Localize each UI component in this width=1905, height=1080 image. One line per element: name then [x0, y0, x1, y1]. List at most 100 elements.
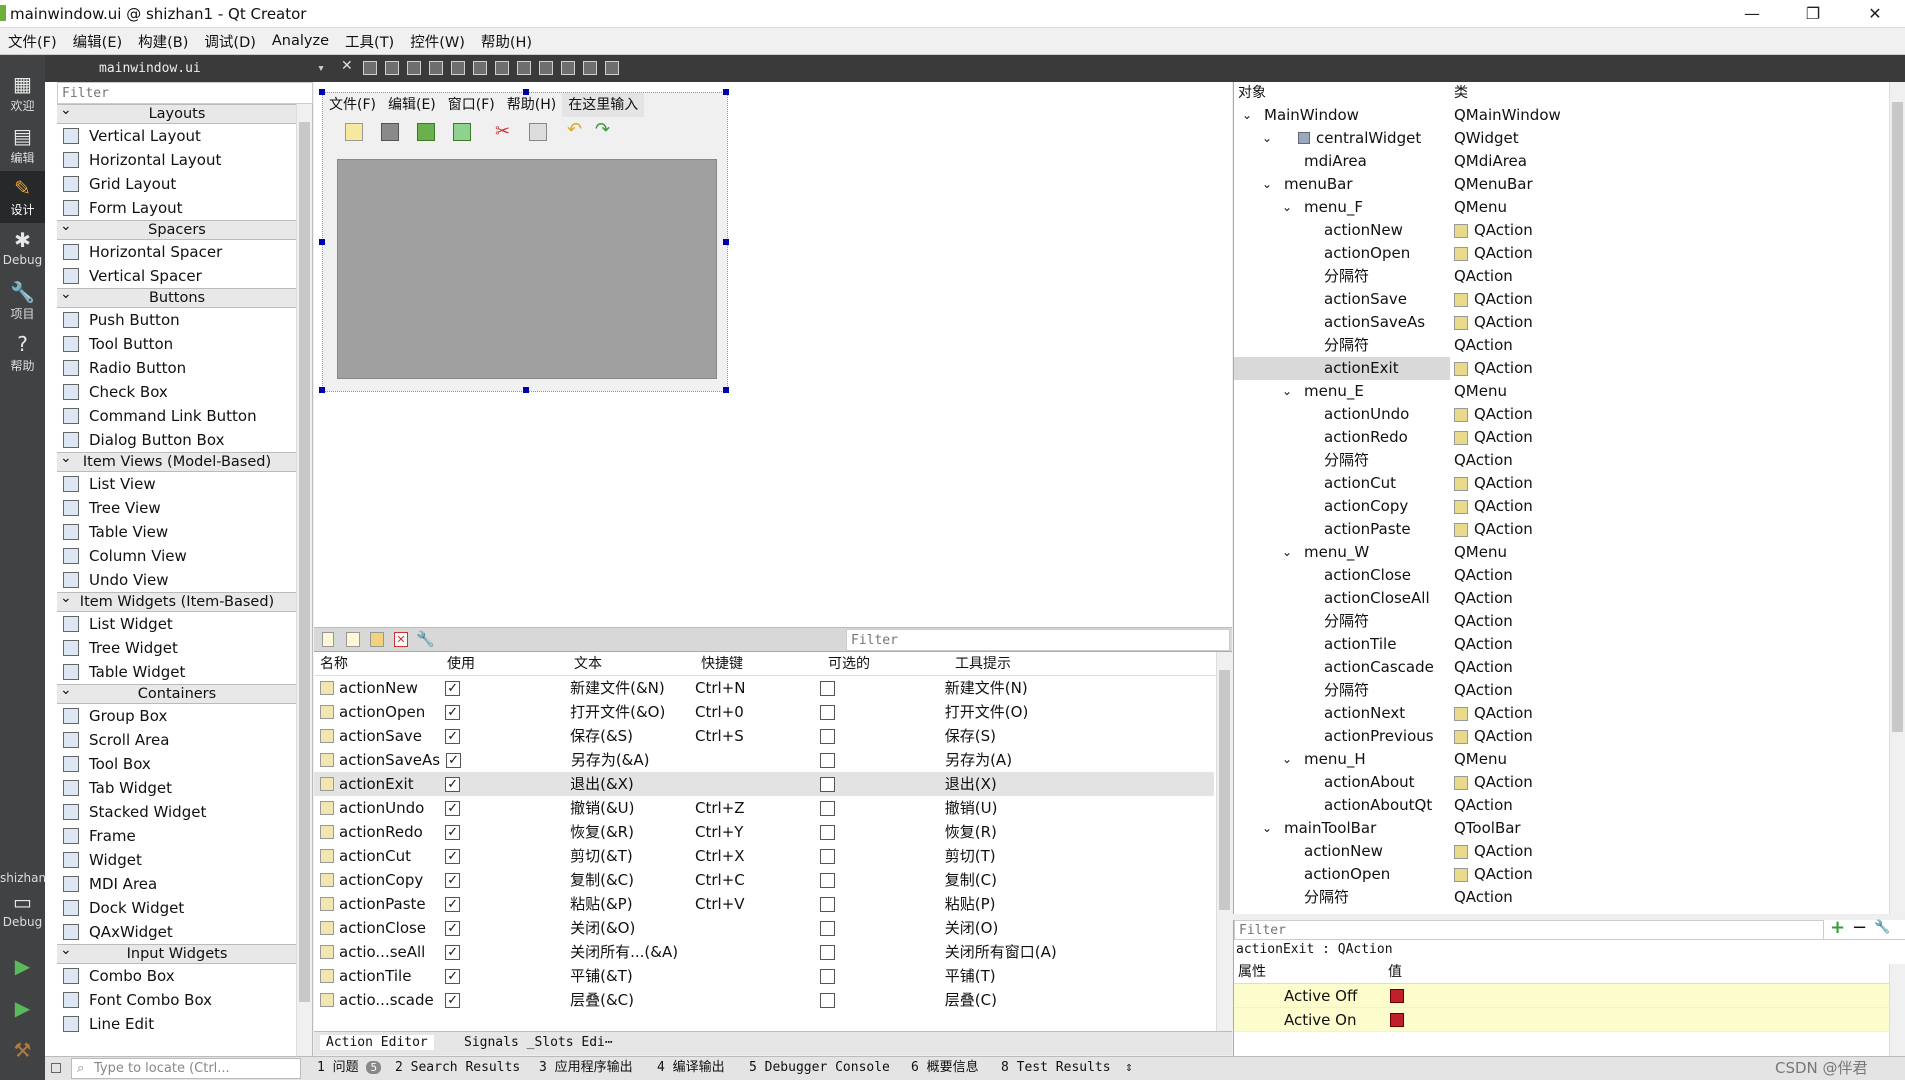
used-checkbox[interactable]: ✓ — [445, 801, 461, 816]
property-scrollbar[interactable] — [1889, 964, 1905, 1060]
action-row[interactable]: actionSaveAs ✓ 另存为(&A) 另存为(A) — [314, 748, 1214, 772]
new-file-icon[interactable] — [345, 123, 363, 141]
checkable-checkbox[interactable] — [820, 753, 836, 768]
widget-filter-input[interactable] — [57, 82, 313, 104]
widget-item[interactable]: Line Edit — [57, 1012, 297, 1036]
add-property-icon[interactable]: + — [1830, 917, 1845, 938]
scroll-thumb[interactable] — [1219, 670, 1230, 910]
object-tree-row[interactable]: ⌄ menu_F QMenu — [1234, 196, 1884, 219]
widget-item[interactable]: Grid Layout — [57, 172, 297, 196]
object-tree-row[interactable]: actionNext QAction — [1234, 702, 1884, 725]
edit-signals-icon[interactable] — [385, 61, 399, 75]
resize-handle[interactable] — [319, 239, 325, 245]
action-table-scrollbar[interactable] — [1216, 652, 1232, 1032]
expand-arrow-icon[interactable]: ⌄ — [1282, 541, 1292, 564]
object-tree-row[interactable]: actionUndo QAction — [1234, 403, 1884, 426]
mode-debug[interactable]: ✱ Debug — [0, 223, 45, 275]
used-checkbox[interactable]: ✓ — [445, 705, 461, 720]
property-filter-input[interactable] — [1234, 920, 1824, 940]
used-checkbox[interactable]: ✓ — [445, 729, 461, 744]
locator-input[interactable]: ⌕ Type to locate (Ctrl... — [71, 1058, 301, 1079]
form-menu-file[interactable]: 文件(F) — [323, 93, 382, 117]
object-tree-row[interactable]: actionSave QAction — [1234, 288, 1884, 311]
scroll-thumb[interactable] — [1892, 102, 1903, 732]
property-value[interactable] — [1384, 1008, 1864, 1031]
adjust-size-icon[interactable] — [605, 61, 619, 75]
edit-taborder-icon[interactable] — [429, 61, 443, 75]
widget-item[interactable]: Widget — [57, 848, 297, 872]
main-window-form[interactable]: 文件(F) 编辑(E) 窗口(F) 帮助(H) 在这里输入 ✂ ↶ ↷ — [319, 89, 729, 393]
object-tree-row[interactable]: 分隔符 QAction — [1234, 265, 1884, 288]
pane-more-icon[interactable]: ⇕ — [1125, 1057, 1133, 1079]
menu-widgets[interactable]: 控件(W) — [402, 31, 473, 52]
object-tree-scrollbar[interactable] — [1889, 82, 1905, 914]
object-tree-row[interactable]: actionCut QAction — [1234, 472, 1884, 495]
mdi-area[interactable] — [337, 159, 717, 379]
menu-analyze[interactable]: Analyze — [264, 33, 337, 49]
widget-item[interactable]: Undo View — [57, 568, 297, 592]
copy-icon[interactable] — [529, 123, 547, 141]
used-checkbox[interactable]: ✓ — [445, 681, 461, 696]
pane-app-output[interactable]: 3 应用程序输出 — [539, 1057, 633, 1079]
action-row[interactable]: actio...seAll ✓ 关闭所有...(&A) 关闭所有窗口(A) — [314, 940, 1214, 964]
widget-item[interactable]: Table View — [57, 520, 297, 544]
object-tree-row[interactable]: mdiArea QMdiArea — [1234, 150, 1884, 173]
configure-icon[interactable]: 🔧 — [1874, 920, 1890, 935]
property-row[interactable]: Active Off — [1234, 984, 1905, 1008]
expand-arrow-icon[interactable]: ⌄ — [1262, 817, 1272, 840]
expand-arrow-icon[interactable]: ⌄ — [1242, 104, 1252, 127]
object-tree-row[interactable]: actionOpen QAction — [1234, 863, 1884, 886]
pane-general-messages[interactable]: 6 概要信息 — [911, 1057, 979, 1079]
widget-list-scrollbar[interactable] — [296, 104, 312, 1056]
widget-item[interactable]: MDI Area — [57, 872, 297, 896]
used-checkbox[interactable]: ✓ — [445, 825, 461, 840]
used-checkbox[interactable]: ✓ — [445, 897, 461, 912]
cut-icon[interactable]: ✂ — [495, 121, 510, 142]
maximize-button[interactable]: ❐ — [1790, 0, 1836, 28]
object-tree-row[interactable]: 分隔符 QAction — [1234, 334, 1884, 357]
action-row[interactable]: actionCopy ✓ 复制(&C) Ctrl+C 复制(C) — [314, 868, 1214, 892]
menu-debug[interactable]: 调试(D) — [196, 31, 263, 52]
action-row[interactable]: actionNew ✓ 新建文件(&N) Ctrl+N 新建文件(N) — [314, 676, 1214, 700]
mode-edit[interactable]: ▤ 编辑 — [0, 119, 45, 171]
tab-signals-slots[interactable]: Signals _Slots Edi⋯ — [464, 1035, 613, 1050]
used-checkbox[interactable]: ✓ — [445, 921, 461, 936]
undo-icon[interactable]: ↶ — [567, 119, 582, 140]
action-row[interactable]: actionClose ✓ 关闭(&O) 关闭(O) — [314, 916, 1214, 940]
widget-item[interactable]: Check Box — [57, 380, 297, 404]
widget-item[interactable]: Dock Widget — [57, 896, 297, 920]
object-tree-row[interactable]: actionAbout QAction — [1234, 771, 1884, 794]
widget-item[interactable]: Tree Widget — [57, 636, 297, 660]
action-row[interactable]: actionSave ✓ 保存(&S) Ctrl+S 保存(S) — [314, 724, 1214, 748]
widget-item[interactable]: Tab Widget — [57, 776, 297, 800]
widget-item[interactable]: QAxWidget — [57, 920, 297, 944]
redo-icon[interactable]: ↷ — [595, 119, 610, 140]
widget-item[interactable]: Horizontal Layout — [57, 148, 297, 172]
pane-search-results[interactable]: 2 Search Results — [395, 1057, 520, 1079]
resize-handle[interactable] — [723, 239, 729, 245]
expand-arrow-icon[interactable]: ⌄ — [1282, 196, 1292, 219]
widget-category[interactable]: Item Views (Model-Based) — [57, 449, 297, 472]
checkable-checkbox[interactable] — [819, 921, 835, 936]
object-tree-row[interactable]: actionPaste QAction — [1234, 518, 1884, 541]
col-value[interactable]: 值 — [1384, 960, 1864, 983]
object-tree-row[interactable]: actionCopy QAction — [1234, 495, 1884, 518]
widget-category[interactable]: Spacers — [57, 217, 297, 240]
expand-arrow-icon[interactable]: ⌄ — [1262, 127, 1272, 150]
scroll-thumb[interactable] — [299, 122, 310, 1002]
action-row[interactable]: actionTile ✓ 平铺(&T) 平铺(T) — [314, 964, 1214, 988]
property-row[interactable]: Active On — [1234, 1008, 1905, 1032]
checkable-checkbox[interactable] — [819, 969, 835, 984]
new-action-icon[interactable] — [322, 632, 334, 647]
object-tree-row[interactable]: ⌄ menuBar QMenuBar — [1234, 173, 1884, 196]
resize-handle[interactable] — [523, 89, 529, 95]
action-row[interactable]: actionUndo ✓ 撤销(&U) Ctrl+Z 撤销(U) — [314, 796, 1214, 820]
object-tree-row[interactable]: actionSaveAs QAction — [1234, 311, 1884, 334]
document-tab[interactable]: mainwindow.ui ▾ — [57, 55, 337, 82]
object-tree-row[interactable]: actionRedo QAction — [1234, 426, 1884, 449]
mode-welcome[interactable]: ▦ 欢迎 — [0, 67, 45, 119]
used-checkbox[interactable]: ✓ — [445, 777, 461, 792]
object-tree-row[interactable]: actionExit QAction — [1234, 357, 1884, 380]
widget-item[interactable]: Combo Box — [57, 964, 297, 988]
configure-icon[interactable]: 🔧 — [416, 630, 435, 648]
